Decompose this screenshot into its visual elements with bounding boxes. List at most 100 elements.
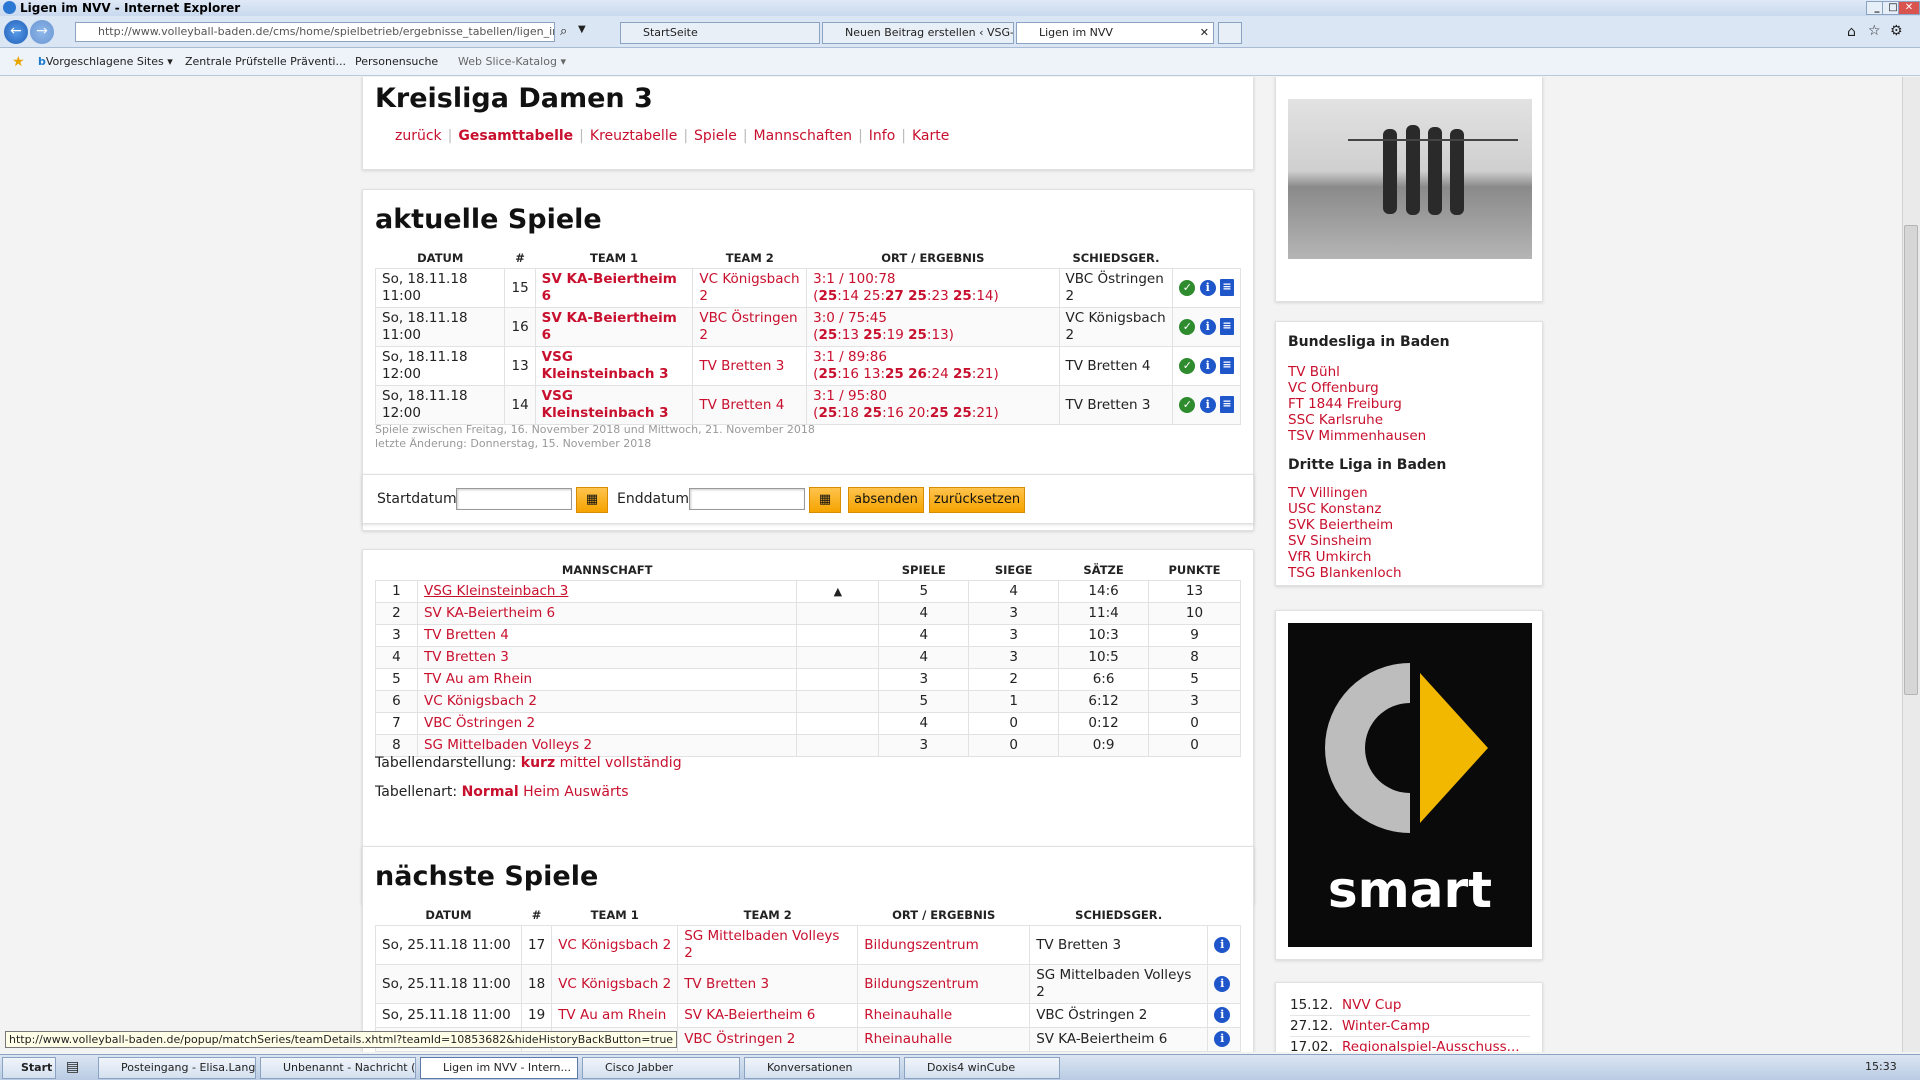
game-team2[interactable]: TV Bretten 3 [677, 964, 859, 1004]
tab-ligen-im-nvv[interactable]: Ligen im NVV ✕ [1016, 22, 1214, 44]
search-icon[interactable]: ⌕ [560, 24, 567, 39]
bundesliga-team-link[interactable]: SSC Karlsruhe [1288, 412, 1426, 428]
scrollbar-thumb[interactable] [1904, 225, 1918, 695]
back-button[interactable]: ← [4, 20, 28, 44]
dritte-liga-team-link[interactable]: TSG Blankenloch [1288, 565, 1402, 581]
bundesliga-team-link[interactable]: FT 1844 Freiburg [1288, 396, 1426, 412]
game-location[interactable]: Rheinauhalle [857, 1003, 1031, 1028]
game-team2[interactable]: SV KA-Beiertheim 6 [677, 1003, 859, 1028]
game-result[interactable]: 3:1 / 100:78 (25:14 25:27 25:23 25:14) [806, 268, 1060, 308]
team-name[interactable]: VBC Östringen 2 [416, 712, 798, 735]
nav-zurueck[interactable]: zurück [395, 128, 442, 144]
close-window-button[interactable]: ✕ [1898, 1, 1920, 15]
game-team1[interactable]: SV KA-Beiertheim 6 [534, 268, 694, 308]
info-icon[interactable]: i [1214, 1007, 1231, 1023]
checkmark-icon[interactable]: ✓ [1179, 357, 1196, 374]
game-result[interactable]: 3:1 / 89:86 (25:16 13:25 26:24 25:21) [806, 346, 1060, 386]
start-calendar-button[interactable]: ▦ [576, 487, 608, 513]
info-icon[interactable]: i [1214, 1031, 1231, 1047]
nav-spiele[interactable]: Spiele [694, 128, 737, 144]
nav-info[interactable]: Info [869, 128, 896, 144]
team-name[interactable]: VSG Kleinsteinbach 3 [416, 580, 798, 603]
team-name[interactable]: TV Bretten 3 [416, 646, 798, 669]
game-team2[interactable]: TV Bretten 4 [692, 385, 808, 425]
tab-startseite[interactable]: StartSeite [620, 22, 820, 44]
home-icon[interactable]: ⌂ [1847, 24, 1856, 40]
tab-neuer-beitrag[interactable]: Neuen Beitrag erstellen ‹ VSG-Kl... [822, 22, 1014, 44]
task-doxis4[interactable]: Doxis4 winCube [904, 1057, 1060, 1079]
task-cisco-jabber[interactable]: Cisco Jabber [582, 1057, 740, 1079]
dritte-liga-team-link[interactable]: SV Sinsheim [1288, 533, 1402, 549]
dritte-liga-team-link[interactable]: VfR Umkirch [1288, 549, 1402, 565]
document-icon[interactable]: ≡ [1220, 318, 1234, 336]
checkmark-icon[interactable]: ✓ [1179, 318, 1196, 335]
game-team1[interactable]: VC Königsbach 2 [551, 964, 679, 1004]
display-mittel[interactable]: mittel [560, 755, 601, 771]
type-normal[interactable]: Normal [462, 784, 519, 800]
game-location[interactable]: Hallen-Sportzentrum [857, 1051, 1031, 1052]
document-icon[interactable]: ≡ [1220, 357, 1234, 375]
game-team2[interactable]: VBC Östringen 2 [692, 307, 808, 347]
checkmark-icon[interactable]: ✓ [1179, 396, 1196, 413]
folder-icon[interactable]: ▤ [66, 1059, 79, 1075]
game-location[interactable]: Rheinauhalle [857, 1027, 1031, 1052]
team-name[interactable]: SG Mittelbaden Volleys 2 [416, 734, 798, 757]
end-calendar-button[interactable]: ▦ [809, 487, 841, 513]
game-location[interactable]: Bildungszentrum [857, 964, 1031, 1004]
game-team1[interactable]: VSG Kleinsteinbach 3 [534, 385, 694, 425]
game-team1[interactable]: VSG Kleinsteinbach 3 [534, 346, 694, 386]
team-name[interactable]: VC Königsbach 2 [416, 690, 798, 713]
game-team1[interactable]: VC Königsbach 2 [551, 925, 679, 965]
bundesliga-team-link[interactable]: TV Bühl [1288, 364, 1426, 380]
checkmark-icon[interactable]: ✓ [1179, 279, 1196, 296]
fav-vorgeschlagene[interactable]: b Vorgeschlagene Sites ▾ [38, 48, 173, 76]
close-tab-icon[interactable]: ✕ [1200, 23, 1209, 43]
game-location[interactable]: Bildungszentrum [857, 925, 1031, 965]
nav-mannschaften[interactable]: Mannschaften [754, 128, 853, 144]
task-konversationen[interactable]: Konversationen [744, 1057, 900, 1079]
team-name[interactable]: TV Bretten 4 [416, 624, 798, 647]
team-name[interactable]: TV Au am Rhein [416, 668, 798, 691]
dritte-liga-team-link[interactable]: USC Konstanz [1288, 501, 1402, 517]
nav-kreuztabelle[interactable]: Kreuztabelle [590, 128, 677, 144]
game-result[interactable]: 3:1 / 95:80 (25:18 25:16 20:25 25:21) [806, 385, 1060, 425]
task-outlook[interactable]: Posteingang - Elisa.Lang... [98, 1057, 256, 1079]
info-icon[interactable]: i [1199, 396, 1216, 413]
bundesliga-team-link[interactable]: TSV Mimmenhausen [1288, 428, 1426, 444]
address-input[interactable]: http://www.volleyball-baden.de/cms/home/… [75, 22, 555, 42]
game-team2[interactable]: SG Mittelbaden Volleys 2 [677, 925, 859, 965]
game-team2[interactable]: TV Bretten 3 [677, 1051, 859, 1052]
bundesliga-team-link[interactable]: VC Offenburg [1288, 380, 1426, 396]
forward-button[interactable]: → [30, 20, 54, 44]
info-icon[interactable]: i [1214, 975, 1231, 992]
end-date-input[interactable] [689, 488, 805, 510]
reset-button[interactable]: zurücksetzen [929, 487, 1025, 513]
game-team1[interactable]: SV KA-Beiertheim 6 [534, 307, 694, 347]
nav-karte[interactable]: Karte [912, 128, 949, 144]
document-icon[interactable]: ≡ [1220, 396, 1234, 414]
game-team2[interactable]: VC Königsbach 2 [692, 268, 808, 308]
event-link[interactable]: Winter-Camp [1342, 1018, 1430, 1034]
event-link[interactable]: NVV Cup [1342, 997, 1401, 1013]
type-heim[interactable]: Heim [523, 784, 560, 800]
display-kurz[interactable]: kurz [521, 755, 555, 771]
smart-ad-image[interactable]: smart [1288, 623, 1532, 947]
game-result[interactable]: 3:0 / 75:45 (25:13 25:19 25:13) [806, 307, 1060, 347]
game-team1[interactable]: TV Bretten 4 [551, 1051, 679, 1052]
nav-gesamttabelle[interactable]: Gesamttabelle [458, 128, 573, 144]
document-icon[interactable]: ≡ [1220, 279, 1234, 297]
new-tab-button[interactable] [1218, 22, 1242, 44]
display-vollstaendig[interactable]: vollständig [605, 755, 682, 771]
game-team2[interactable]: TV Bretten 3 [692, 346, 808, 386]
type-auswaerts[interactable]: Auswärts [564, 784, 628, 800]
team-name[interactable]: SV KA-Beiertheim 6 [416, 602, 798, 625]
gear-icon[interactable]: ⚙ [1890, 23, 1903, 39]
dropdown-icon[interactable]: ▼ [578, 24, 586, 35]
info-icon[interactable]: i [1214, 936, 1231, 953]
start-date-input[interactable] [456, 488, 572, 510]
submit-button[interactable]: absenden [848, 487, 924, 513]
dritte-liga-team-link[interactable]: TV Villingen [1288, 485, 1402, 501]
info-icon[interactable]: i [1199, 279, 1216, 296]
game-team1[interactable]: TV Au am Rhein [551, 1003, 679, 1028]
start-button[interactable]: Start [2, 1057, 56, 1079]
